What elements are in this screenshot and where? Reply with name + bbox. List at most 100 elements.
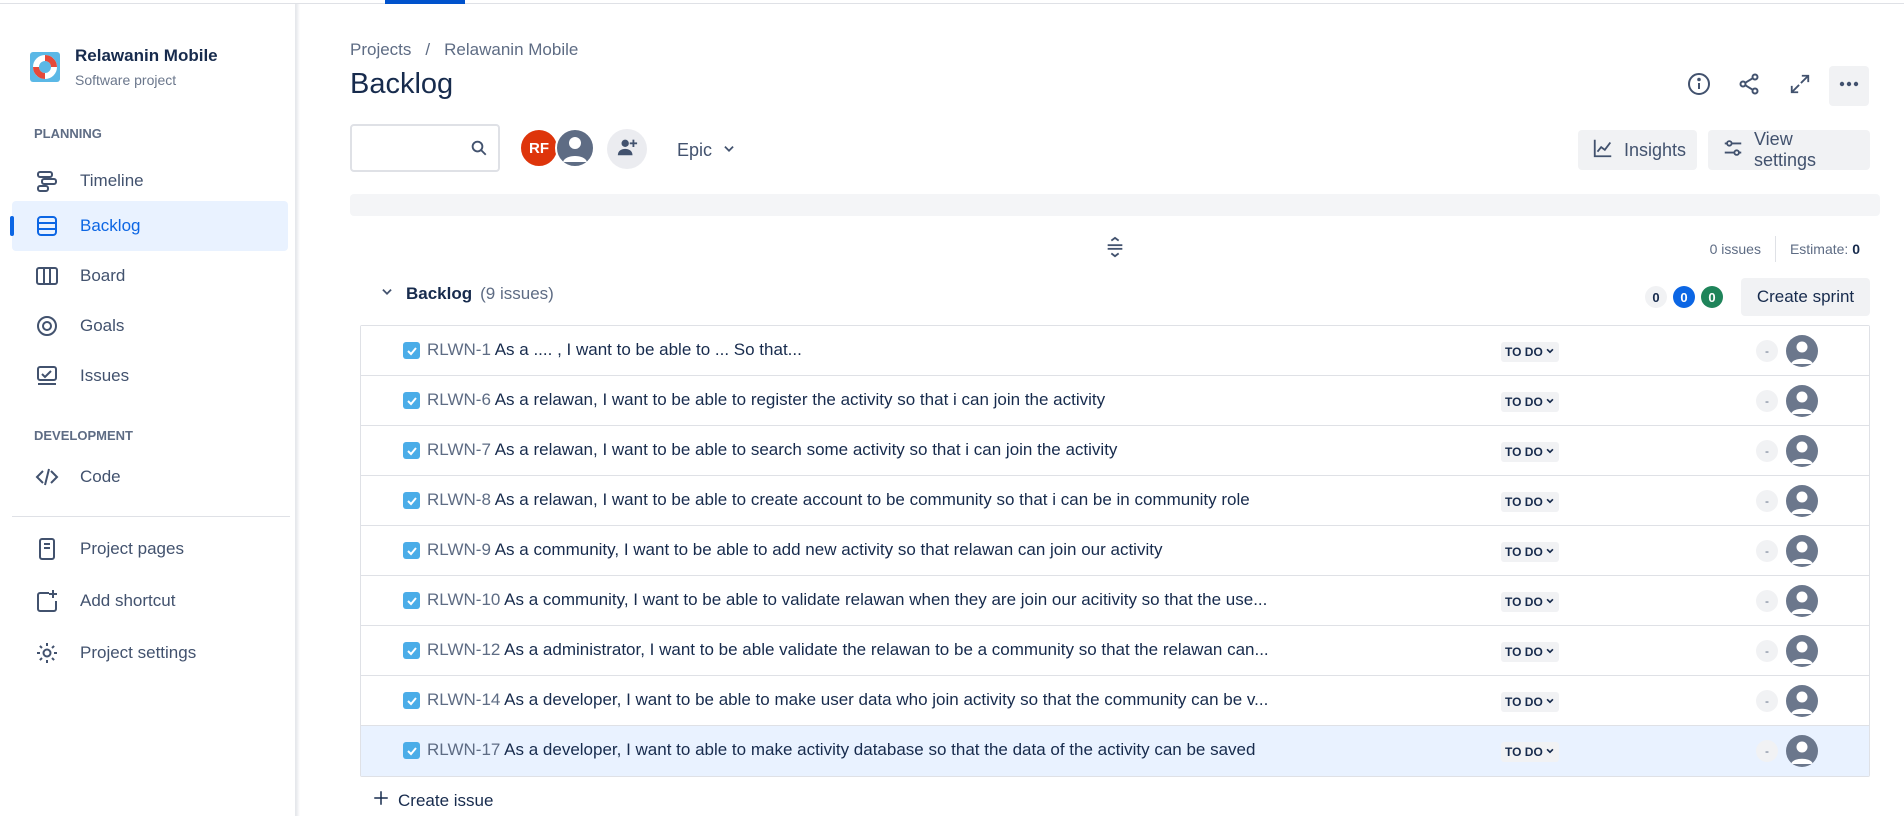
sidebar-item-label: Timeline xyxy=(80,171,144,190)
issue-list: RLWN-1 As a .... , I want to be able to … xyxy=(360,325,1870,777)
assignee-avatar-icon[interactable] xyxy=(1786,535,1818,567)
insights-button[interactable]: Insights xyxy=(1578,130,1697,170)
estimate-badge[interactable]: - xyxy=(1756,640,1778,662)
status-dropdown[interactable]: TO DO xyxy=(1501,692,1559,712)
issue-summary[interactable]: As a community, I want to be able to add… xyxy=(495,540,1163,559)
avatar-user-icon[interactable] xyxy=(555,128,595,168)
sidebar-item-label: Goals xyxy=(80,316,125,335)
status-dropdown[interactable]: TO DO xyxy=(1501,392,1559,412)
estimate-badge[interactable]: - xyxy=(1756,440,1778,462)
add-people-button[interactable] xyxy=(607,129,647,169)
fullscreen-button[interactable] xyxy=(1780,66,1820,106)
assignee-avatar-icon[interactable] xyxy=(1786,385,1818,417)
create-issue-button[interactable]: Create issue xyxy=(372,789,493,812)
issue-row[interactable]: RLWN-10 As a community, I want to be abl… xyxy=(361,576,1869,626)
breadcrumb-project-link[interactable]: Relawanin Mobile xyxy=(444,40,578,60)
issue-summary[interactable]: As a .... , I want to be able to ... So … xyxy=(495,340,802,359)
backlog-header[interactable]: Backlog (9 issues) xyxy=(380,284,554,304)
share-button[interactable] xyxy=(1729,66,1769,106)
estimate-badge[interactable]: - xyxy=(1756,540,1778,562)
sliders-icon xyxy=(1722,137,1744,164)
issue-key[interactable]: RLWN-14 xyxy=(427,690,500,709)
status-dropdown[interactable]: TO DO xyxy=(1501,342,1559,362)
sidebar-item-project-pages[interactable]: Project pages xyxy=(12,524,288,574)
epic-filter-dropdown[interactable]: Epic xyxy=(677,140,736,161)
sidebar-item-label: Backlog xyxy=(80,216,141,235)
estimate-badge[interactable]: - xyxy=(1756,490,1778,512)
sidebar-item-code[interactable]: Code xyxy=(12,452,288,502)
sidebar-item-project-settings[interactable]: Project settings xyxy=(12,628,288,678)
story-type-checkbox-icon xyxy=(403,592,420,609)
status-dropdown[interactable]: TO DO xyxy=(1501,492,1559,512)
issue-summary[interactable]: As a relawan, I want to be able to searc… xyxy=(495,440,1118,459)
sidebar: Relawanin Mobile Software project PLANNI… xyxy=(0,4,296,816)
issue-row[interactable]: RLWN-14 As a developer, I want to be abl… xyxy=(361,676,1869,726)
more-actions-button[interactable] xyxy=(1829,66,1869,106)
issue-key[interactable]: RLWN-9 xyxy=(427,540,491,559)
sidebar-item-issues[interactable]: Issues xyxy=(12,351,288,401)
estimate-badge[interactable]: - xyxy=(1756,590,1778,612)
info-button[interactable] xyxy=(1679,66,1719,106)
issue-summary[interactable]: As a relawan, I want to be able to regis… xyxy=(495,390,1105,409)
status-dropdown[interactable]: TO DO xyxy=(1501,742,1559,762)
estimate-badge[interactable]: - xyxy=(1756,390,1778,412)
issue-row[interactable]: RLWN-1 As a .... , I want to be able to … xyxy=(361,326,1869,376)
project-header[interactable]: Relawanin Mobile Software project xyxy=(30,46,218,88)
chevron-down-icon xyxy=(1545,745,1555,759)
breadcrumb-projects-link[interactable]: Projects xyxy=(350,40,411,60)
assignee-avatar-icon[interactable] xyxy=(1786,585,1818,617)
sidebar-item-add-shortcut[interactable]: Add shortcut xyxy=(12,576,288,626)
issue-key[interactable]: RLWN-10 xyxy=(427,590,500,609)
sidebar-item-goals[interactable]: Goals xyxy=(12,301,288,351)
story-type-checkbox-icon xyxy=(403,442,420,459)
issue-row[interactable]: RLWN-9 As a community, I want to be able… xyxy=(361,526,1869,576)
status-dropdown[interactable]: TO DO xyxy=(1501,642,1559,662)
assignee-avatar-icon[interactable] xyxy=(1786,735,1818,767)
sprint-stats: 0 issues Estimate: 0 xyxy=(1710,236,1860,262)
chevron-down-icon[interactable] xyxy=(380,284,394,304)
issue-summary[interactable]: As a developer, I want to able to make a… xyxy=(504,740,1255,759)
view-settings-button[interactable]: View settings xyxy=(1708,129,1870,170)
chevron-down-icon xyxy=(1545,545,1555,559)
issue-key[interactable]: RLWN-1 xyxy=(427,340,491,359)
resize-handle-icon[interactable] xyxy=(1104,236,1126,263)
assignee-avatar-icon[interactable] xyxy=(1786,485,1818,517)
status-label: TO DO xyxy=(1505,695,1543,709)
issue-key[interactable]: RLWN-8 xyxy=(427,490,491,509)
issue-key[interactable]: RLWN-6 xyxy=(427,390,491,409)
issue-summary[interactable]: As a administrator, I want to be able va… xyxy=(504,640,1268,659)
issue-row[interactable]: RLWN-12 As a administrator, I want to be… xyxy=(361,626,1869,676)
sidebar-item-timeline[interactable]: Timeline xyxy=(12,156,288,206)
status-dropdown[interactable]: TO DO xyxy=(1501,542,1559,562)
issue-key[interactable]: RLWN-7 xyxy=(427,440,491,459)
issue-row[interactable]: RLWN-8 As a relawan, I want to be able t… xyxy=(361,476,1869,526)
issue-key[interactable]: RLWN-17 xyxy=(427,740,500,759)
issue-summary[interactable]: As a community, I want to be able to val… xyxy=(504,590,1267,609)
sidebar-divider xyxy=(12,516,290,517)
assignee-avatar-icon[interactable] xyxy=(1786,635,1818,667)
assignee-avatar-icon[interactable] xyxy=(1786,685,1818,717)
avatar-rf[interactable]: RF xyxy=(519,128,559,168)
assignee-avatar-icon[interactable] xyxy=(1786,435,1818,467)
search-input[interactable] xyxy=(350,124,500,172)
create-issue-label: Create issue xyxy=(398,790,494,810)
issue-row[interactable]: RLWN-17 As a developer, I want to able t… xyxy=(361,726,1869,776)
backlog-icon xyxy=(34,213,60,239)
sidebar-resize-edge[interactable] xyxy=(296,4,300,816)
sidebar-item-backlog[interactable]: Backlog xyxy=(10,201,288,251)
estimate-badge[interactable]: - xyxy=(1756,690,1778,712)
estimate-badge[interactable]: - xyxy=(1756,340,1778,362)
estimate-badge[interactable]: - xyxy=(1756,740,1778,762)
issue-summary[interactable]: As a developer, I want to be able to mak… xyxy=(504,690,1268,709)
sprint-placeholder-strip xyxy=(350,194,1880,216)
create-sprint-button[interactable]: Create sprint xyxy=(1741,278,1870,316)
issue-row[interactable]: RLWN-7 As a relawan, I want to be able t… xyxy=(361,426,1869,476)
status-dropdown[interactable]: TO DO xyxy=(1501,442,1559,462)
status-dropdown[interactable]: TO DO xyxy=(1501,592,1559,612)
issue-key[interactable]: RLWN-12 xyxy=(427,640,500,659)
issue-row[interactable]: RLWN-6 As a relawan, I want to be able t… xyxy=(361,376,1869,426)
assignee-avatar-icon[interactable] xyxy=(1786,335,1818,367)
sidebar-item-board[interactable]: Board xyxy=(12,251,288,301)
page-icon xyxy=(34,536,60,562)
issue-summary[interactable]: As a relawan, I want to be able to creat… xyxy=(495,490,1250,509)
